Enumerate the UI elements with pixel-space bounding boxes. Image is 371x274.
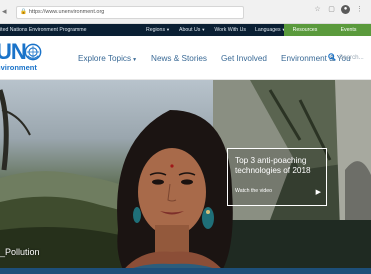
hero-caption: _Pollution [0,247,40,257]
link-languages[interactable]: Languages▼ [255,24,286,36]
un-emblem-icon [24,43,42,61]
top-utility-bar: ited Nations Environment Programme Regio… [0,24,371,36]
logo-environment-text: nvironment [0,63,37,72]
events-button[interactable]: Events [326,24,371,36]
search-icon[interactable] [328,53,336,61]
link-about-us[interactable]: About Us▼ [179,24,205,36]
search-box[interactable]: Search... [328,53,364,61]
nav-news-stories[interactable]: News & Stories [151,54,207,65]
link-work-with-us[interactable]: Work With Us [214,24,246,36]
play-icon[interactable]: ▶ [316,188,321,196]
url-text: https://www.unenvironment.org [28,9,105,15]
browser-toolbar: ◂ 🔒 https://www.unenvironment.org ☆ ▢ ● ⋮ [0,0,371,24]
back-icon[interactable]: ◂ [2,6,7,17]
star-icon[interactable]: ☆ [313,5,322,14]
lock-icon: 🔒 [20,9,27,15]
primary-nav-items: Explore Topics▼ News & Stories Get Invol… [78,54,351,65]
hero-banner[interactable]: _Pollution Top 3 anti-poaching technolog… [0,80,371,274]
org-name: ited Nations Environment Programme [0,27,87,33]
extension-icon[interactable]: ▢ [327,5,336,14]
search-input[interactable]: Search... [339,54,364,61]
link-regions[interactable]: Regions▼ [146,24,170,36]
promo-title: Top 3 anti-poaching technologies of 2018 [235,156,311,175]
main-navigation: UN nvironment Explore Topics▼ News & Sto… [0,36,371,80]
hero-bottom-strip [0,268,371,274]
chevron-down-icon: ▼ [132,57,138,63]
chevron-down-icon: ▼ [201,27,206,32]
menu-dots-icon[interactable]: ⋮ [355,5,364,14]
nav-get-involved[interactable]: Get Involved [221,54,267,65]
promo-card[interactable]: Top 3 anti-poaching technologies of 2018… [227,148,327,206]
address-bar[interactable]: 🔒 https://www.unenvironment.org [16,6,244,19]
un-environment-logo[interactable]: UN nvironment [0,40,56,74]
chevron-down-icon: ▼ [166,27,171,32]
profile-avatar[interactable]: ● [341,5,350,14]
nav-explore-topics[interactable]: Explore Topics▼ [78,54,137,65]
logo-un-text: UN [0,39,27,64]
utility-links: Regions▼ About Us▼ Work With Us Language… [146,24,286,36]
resources-button[interactable]: Resources [284,24,326,36]
browser-actions: ☆ ▢ ● ⋮ [313,5,364,14]
watch-video-link[interactable]: Watch the video [235,188,272,194]
